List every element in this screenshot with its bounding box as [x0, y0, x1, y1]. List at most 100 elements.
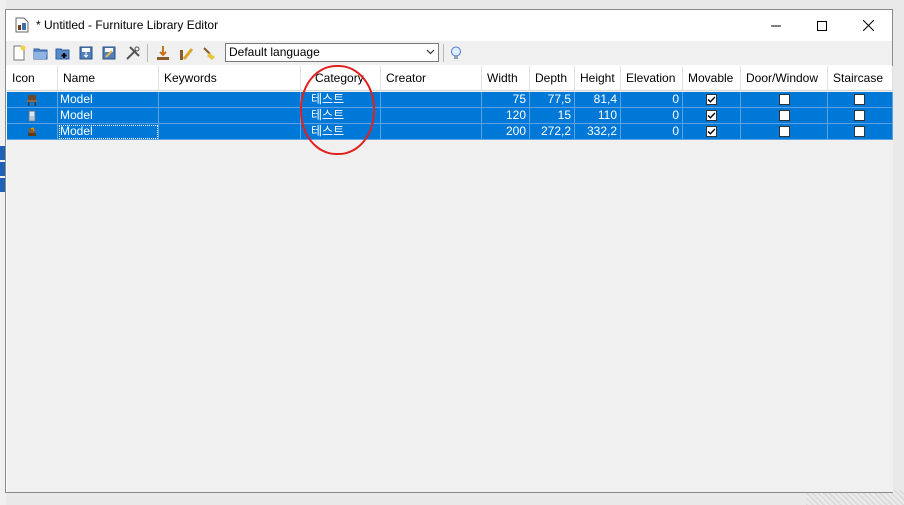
- delete-furniture-icon: [203, 47, 215, 60]
- save-icon: [79, 46, 93, 60]
- staircase-checkbox[interactable]: [854, 110, 865, 121]
- movable-checkbox[interactable]: [706, 126, 717, 137]
- cell-name[interactable]: Model: [58, 108, 159, 124]
- cell-depth[interactable]: 77,5: [530, 92, 575, 108]
- cell-height[interactable]: 81,4: [575, 92, 621, 108]
- modify-furniture-button[interactable]: [177, 44, 195, 62]
- chevron-down-icon: [426, 49, 435, 55]
- cell-keywords[interactable]: [159, 108, 301, 124]
- new-library-button[interactable]: [10, 44, 28, 62]
- movable-checkbox[interactable]: [706, 94, 717, 105]
- column-header-width[interactable]: Width: [482, 66, 530, 90]
- furniture-table[interactable]: Icon Name Keywords Category Creator Widt…: [7, 66, 893, 492]
- cell-creator[interactable]: [381, 124, 482, 140]
- staircase-checkbox[interactable]: [854, 94, 865, 105]
- preferences-icon: [126, 46, 140, 60]
- close-button[interactable]: [845, 10, 891, 41]
- column-header-door-window[interactable]: Door/Window: [741, 66, 828, 90]
- minimize-button[interactable]: [753, 10, 799, 41]
- cell-keywords[interactable]: [159, 124, 301, 140]
- cell-elevation[interactable]: 0: [621, 92, 683, 108]
- column-header-category[interactable]: Category: [301, 66, 381, 90]
- row-icon: [7, 108, 58, 124]
- toolbar-separator: [147, 44, 148, 62]
- help-icon: [451, 46, 461, 59]
- column-header-depth[interactable]: Depth: [530, 66, 575, 90]
- window-title: * Untitled - Furniture Library Editor: [36, 18, 219, 32]
- maximize-icon: [817, 20, 827, 31]
- cell-depth[interactable]: 15: [530, 108, 575, 124]
- cell-creator[interactable]: [381, 108, 482, 124]
- cell-category[interactable]: 테스트: [301, 124, 381, 140]
- table-row[interactable]: Model 테스트 120 15 110 0: [7, 108, 893, 124]
- close-icon: [862, 20, 874, 31]
- cell-category[interactable]: 테스트: [301, 92, 381, 108]
- cell-name[interactable]: Model: [58, 124, 159, 140]
- cell-width[interactable]: 200: [482, 124, 530, 140]
- help-button[interactable]: [447, 44, 465, 62]
- column-header-keywords[interactable]: Keywords: [159, 66, 301, 90]
- cell-movable: [683, 124, 741, 140]
- cell-width[interactable]: 120: [482, 108, 530, 124]
- save-button[interactable]: [77, 44, 95, 62]
- cell-keywords[interactable]: [159, 92, 301, 108]
- checkmark-icon: [707, 112, 716, 119]
- row-icon: [7, 92, 58, 108]
- table-row[interactable]: Model 테스트 75 77,5 81,4 0: [7, 92, 893, 108]
- delete-furniture-button[interactable]: [200, 44, 218, 62]
- merge-library-icon: [55, 48, 70, 60]
- cell-height[interactable]: 332,2: [575, 124, 621, 140]
- maximize-button[interactable]: [799, 10, 845, 41]
- row-icon: [7, 124, 58, 140]
- cell-door-window: [741, 92, 828, 108]
- column-header-staircase[interactable]: Staircase: [828, 66, 893, 90]
- cell-height[interactable]: 110: [575, 108, 621, 124]
- column-header-name[interactable]: Name: [58, 66, 159, 90]
- column-header-elevation[interactable]: Elevation: [621, 66, 683, 90]
- cell-staircase: [828, 108, 893, 124]
- checkmark-icon: [707, 128, 716, 135]
- chair-icon: [27, 94, 37, 106]
- toolbar: Default language: [6, 41, 892, 65]
- cell-width[interactable]: 75: [482, 92, 530, 108]
- cell-name[interactable]: Model: [58, 92, 159, 108]
- app-icon: [15, 17, 29, 33]
- table-row[interactable]: Model 테스트 200 272,2 332,2 0: [7, 124, 893, 140]
- column-header-icon[interactable]: Icon: [7, 66, 58, 90]
- cell-door-window: [741, 124, 828, 140]
- cell-depth[interactable]: 272,2: [530, 124, 575, 140]
- cell-movable: [683, 108, 741, 124]
- column-header-creator[interactable]: Creator: [381, 66, 482, 90]
- language-select[interactable]: Default language: [225, 43, 439, 62]
- import-furniture-button[interactable]: [154, 44, 172, 62]
- door-window-checkbox[interactable]: [779, 94, 790, 105]
- save-as-button[interactable]: [100, 44, 118, 62]
- cell-staircase: [828, 92, 893, 108]
- table-header: Icon Name Keywords Category Creator Widt…: [7, 66, 893, 91]
- column-header-height[interactable]: Height: [575, 66, 621, 90]
- door-window-checkbox[interactable]: [779, 110, 790, 121]
- merge-library-button[interactable]: [54, 44, 72, 62]
- cell-movable: [683, 92, 741, 108]
- preferences-button[interactable]: [124, 44, 142, 62]
- cell-creator[interactable]: [381, 92, 482, 108]
- door-window-checkbox[interactable]: [779, 126, 790, 137]
- door-icon: [28, 110, 36, 121]
- new-library-icon: [13, 45, 26, 61]
- furniture-library-editor-window: * Untitled - Furniture Library Editor De…: [5, 9, 893, 493]
- cell-elevation[interactable]: 0: [621, 108, 683, 124]
- minimize-icon: [771, 25, 781, 26]
- cell-category[interactable]: 테스트: [301, 108, 381, 124]
- modify-furniture-icon: [180, 48, 194, 60]
- staircase-checkbox[interactable]: [854, 126, 865, 137]
- cell-staircase: [828, 124, 893, 140]
- cell-door-window: [741, 108, 828, 124]
- movable-checkbox[interactable]: [706, 110, 717, 121]
- checkmark-icon: [707, 96, 716, 103]
- open-library-button[interactable]: [32, 44, 50, 62]
- cell-elevation[interactable]: 0: [621, 124, 683, 140]
- toolbar-separator: [443, 44, 444, 62]
- column-header-movable[interactable]: Movable: [683, 66, 741, 90]
- import-furniture-icon: [157, 46, 169, 60]
- title-bar[interactable]: * Untitled - Furniture Library Editor: [6, 10, 892, 41]
